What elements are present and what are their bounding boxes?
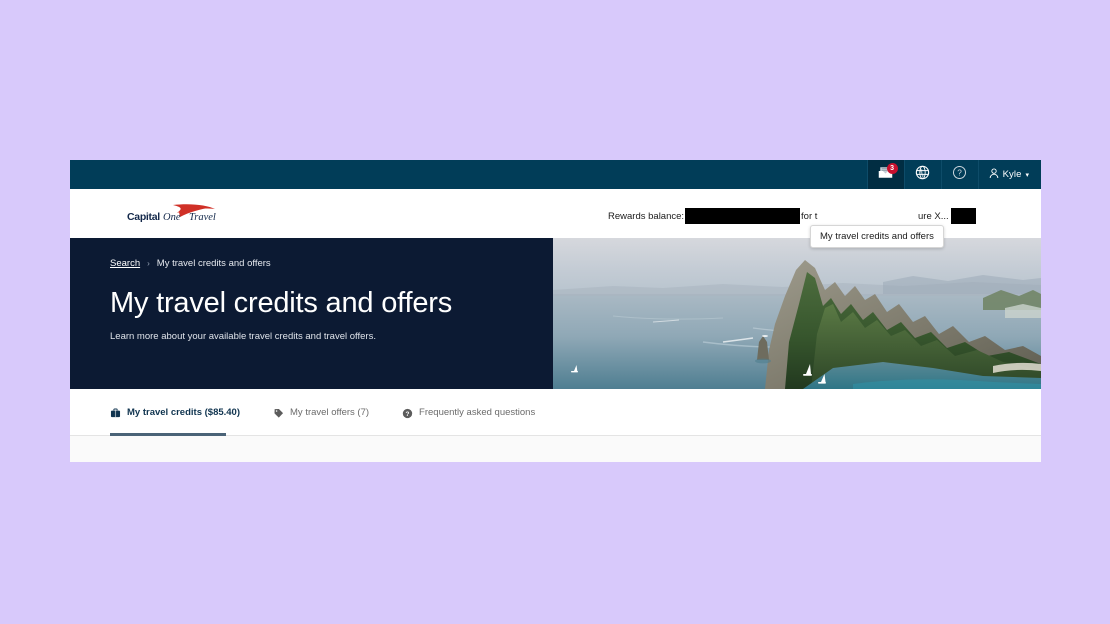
tab-frequently-asked-questions[interactable]: ? Frequently asked questions: [402, 389, 535, 436]
hero-section: Search › My travel credits and offers My…: [70, 238, 1041, 389]
rewards-card-tail-text: ure X...: [918, 210, 949, 222]
topbar-item-help[interactable]: ?: [940, 160, 978, 189]
page-title: My travel credits and offers: [110, 287, 453, 319]
svg-text:One: One: [163, 212, 181, 223]
suitcase-icon: [110, 407, 121, 419]
tab-bar: My travel credits ($85.40) My travel off…: [70, 389, 1041, 436]
top-utility-bar: 3 ? Kyle ▾: [70, 160, 1041, 189]
rewards-balance-label: Rewards balance:: [608, 210, 685, 222]
globe-icon: [915, 165, 930, 185]
svg-text:?: ?: [957, 168, 962, 177]
chevron-down-icon: ▾: [1025, 171, 1029, 179]
hero-image: [553, 238, 1041, 389]
tab-my-travel-credits[interactable]: My travel credits ($85.40): [110, 389, 240, 436]
tab-label: My travel offers (7): [290, 407, 370, 418]
help-circle-icon: ?: [952, 165, 967, 185]
tooltip-text: My travel credits and offers: [820, 231, 934, 242]
hero-text-panel: Search › My travel credits and offers My…: [70, 238, 553, 389]
user-icon: [989, 168, 999, 182]
content-area: [70, 436, 1041, 462]
svg-text:?: ?: [406, 410, 410, 417]
tag-icon: [273, 408, 284, 419]
rewards-card-tail: ure X...: [918, 208, 976, 224]
tab-label: Frequently asked questions: [419, 407, 536, 418]
rewards-balance-redacted-value: [685, 208, 801, 224]
tab-label: My travel credits ($85.40): [127, 407, 241, 418]
rewards-balance: Rewards balance: for t: [608, 208, 817, 224]
svg-text:Travel: Travel: [189, 212, 216, 223]
rewards-balance-middle-text: for t: [801, 210, 818, 222]
user-menu-label: Kyle: [1002, 169, 1022, 180]
breadcrumb-link-search[interactable]: Search: [110, 258, 140, 269]
hero-island-illustration: [553, 238, 1041, 389]
breadcrumb-current: My travel credits and offers: [156, 258, 271, 269]
tooltip-travel-credits-offers: My travel credits and offers: [810, 225, 944, 248]
capital-one-travel-logo[interactable]: Capital One Travel: [127, 203, 247, 227]
breadcrumb-separator-icon: ›: [147, 259, 150, 268]
breadcrumb: Search › My travel credits and offers: [110, 258, 553, 269]
brand-header: Capital One Travel Rewards balance: for …: [70, 189, 1041, 248]
screen-root: 3 ? Kyle ▾ Capital One Travel Rewards ba…: [0, 0, 1110, 624]
topbar-item-language[interactable]: [903, 160, 941, 189]
svg-text:Capital: Capital: [127, 211, 160, 223]
app-window: 3 ? Kyle ▾ Capital One Travel Rewards ba…: [70, 160, 1041, 462]
inbox-badge-count: 3: [886, 163, 898, 174]
page-subtitle: Learn more about your available travel c…: [110, 330, 376, 342]
user-menu-button[interactable]: Kyle ▾: [977, 160, 1041, 189]
tab-my-travel-offers[interactable]: My travel offers (7): [273, 389, 369, 436]
question-circle-icon: ?: [402, 408, 413, 419]
topbar-item-travel-credits-offers[interactable]: 3: [866, 160, 904, 189]
rewards-card-redacted-value: [950, 208, 976, 224]
